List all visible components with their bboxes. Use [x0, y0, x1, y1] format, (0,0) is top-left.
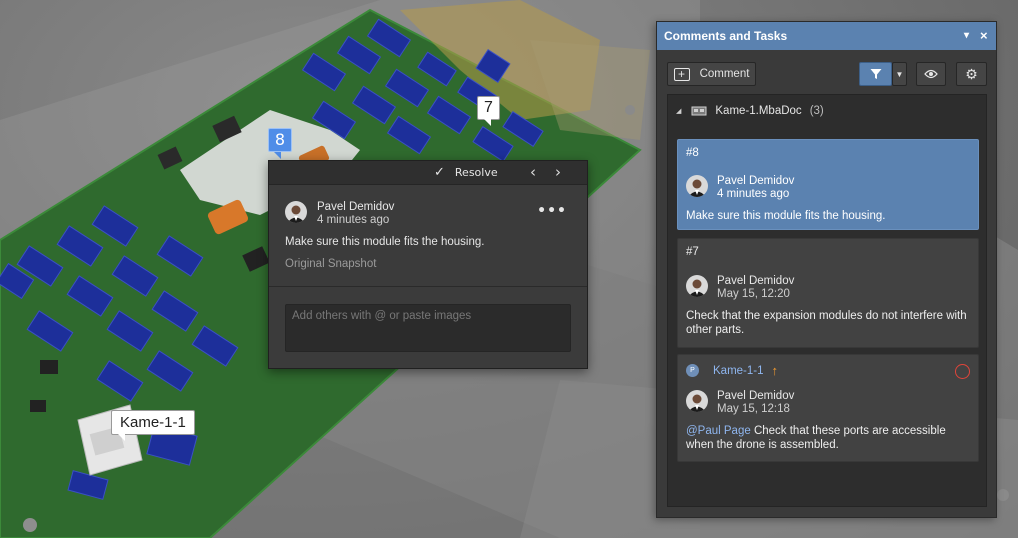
- resolve-circle-icon[interactable]: [955, 364, 970, 379]
- avatar: [686, 175, 708, 197]
- author-meta: Pavel Demidov 4 minutes ago: [317, 201, 394, 227]
- comment-author: Pavel Demidov 4 minutes ago: [285, 201, 394, 227]
- author-name: Pavel Demidov: [717, 275, 795, 287]
- original-snapshot-link[interactable]: Original Snapshot: [285, 258, 376, 270]
- author-meta: Pavel Demidov May 15, 12:20: [717, 275, 794, 301]
- author-name: Pavel Demidov: [317, 201, 395, 213]
- comments-list[interactable]: ◢ Kame-1.MbaDoc (3) #8 Pavel Demidov 4 m…: [667, 94, 987, 507]
- add-comment-label: Comment: [699, 68, 750, 80]
- filter-dropdown-button[interactable]: ▼: [892, 62, 907, 86]
- comment-pin-7[interactable]: 7: [477, 96, 500, 126]
- component-link[interactable]: Kame-1-1: [713, 365, 764, 377]
- comments-and-tasks-panel: Comments and Tasks ▾ × + Comment ▼ ⚙ ◢ K…: [656, 21, 997, 518]
- divider: [269, 286, 587, 287]
- author-name: Pavel Demidov: [717, 390, 795, 402]
- chevron-down-icon: ▼: [895, 69, 904, 79]
- user-mention[interactable]: @Paul Page: [686, 425, 751, 437]
- collapse-triangle-icon[interactable]: ◢: [676, 107, 681, 115]
- pcb-document-icon: [691, 106, 707, 116]
- component-label-kame-1-1[interactable]: Kame-1-1: [111, 410, 195, 441]
- check-icon: ✓: [434, 165, 445, 180]
- chevron-right-icon[interactable]: ›: [555, 163, 561, 181]
- panel-title: Comments and Tasks: [664, 29, 788, 43]
- comment-time: May 15, 12:20: [717, 288, 790, 300]
- comment-card[interactable]: #8 Pavel Demidov 4 minutes ago Make sure…: [677, 139, 979, 230]
- filter-button[interactable]: [859, 62, 892, 86]
- comment-count: (3): [809, 105, 824, 117]
- author-name: Pavel Demidov: [717, 175, 795, 187]
- comment-time: 4 minutes ago: [317, 214, 390, 226]
- resolve-button[interactable]: ✓ Resolve: [434, 165, 498, 180]
- project-badge: P: [686, 364, 699, 377]
- comment-number: #7: [686, 246, 699, 258]
- comment-text: @Paul Page Check that these ports are ac…: [686, 424, 968, 452]
- avatar: [686, 275, 708, 297]
- comment-card[interactable]: P Kame-1-1 ↑ Pavel Demidov May 15, 12:18…: [677, 354, 979, 462]
- comment-text: Check that the expansion modules do not …: [686, 310, 967, 336]
- arrow-up-icon: ↑: [771, 363, 779, 378]
- visibility-button[interactable]: [916, 62, 946, 86]
- gear-icon: ⚙: [965, 65, 978, 82]
- add-comment-icon: +: [673, 67, 690, 81]
- author-meta: Pavel Demidov May 15, 12:18: [717, 390, 794, 416]
- filter-icon: [870, 69, 881, 79]
- comment-time: May 15, 12:18: [717, 403, 790, 415]
- reply-input[interactable]: Add others with @ or paste images: [285, 304, 571, 352]
- comment-author: Pavel Demidov May 15, 12:20: [686, 275, 794, 301]
- resolve-label: Resolve: [454, 166, 498, 179]
- comment-popup: ✓ Resolve ‹ › Pavel Demidov 4 minutes ag…: [268, 160, 588, 369]
- comment-card[interactable]: #7 Pavel Demidov May 15, 12:20 Check tha…: [677, 238, 979, 348]
- panel-menu-icon[interactable]: ▾: [964, 22, 969, 50]
- comment-author: Pavel Demidov 4 minutes ago: [686, 175, 794, 201]
- document-name: Kame-1.MbaDoc: [715, 105, 802, 117]
- component-reference[interactable]: P Kame-1-1 ↑: [686, 363, 778, 378]
- eye-icon: [924, 69, 938, 79]
- document-tree-node[interactable]: ◢ Kame-1.MbaDoc (3): [668, 101, 824, 121]
- ellipsis-icon[interactable]: •••: [537, 203, 567, 219]
- settings-button[interactable]: ⚙: [956, 62, 987, 86]
- add-comment-button[interactable]: + Comment: [667, 62, 756, 86]
- close-icon[interactable]: ×: [980, 22, 988, 50]
- popup-toolbar: ✓ Resolve ‹ ›: [269, 161, 587, 185]
- avatar: [686, 390, 708, 412]
- author-meta: Pavel Demidov 4 minutes ago: [717, 175, 794, 201]
- comment-author: Pavel Demidov May 15, 12:18: [686, 390, 794, 416]
- comment-text: Make sure this module fits the housing.: [686, 210, 886, 222]
- comment-number: #8: [686, 147, 699, 159]
- comment-message: Make sure this module fits the housing.: [285, 236, 485, 248]
- panel-title-bar: Comments and Tasks ▾ ×: [657, 22, 996, 50]
- comment-pin-8[interactable]: 8: [268, 128, 292, 159]
- chevron-left-icon[interactable]: ‹: [530, 163, 536, 181]
- comment-time: 4 minutes ago: [717, 188, 790, 200]
- avatar: [285, 201, 307, 223]
